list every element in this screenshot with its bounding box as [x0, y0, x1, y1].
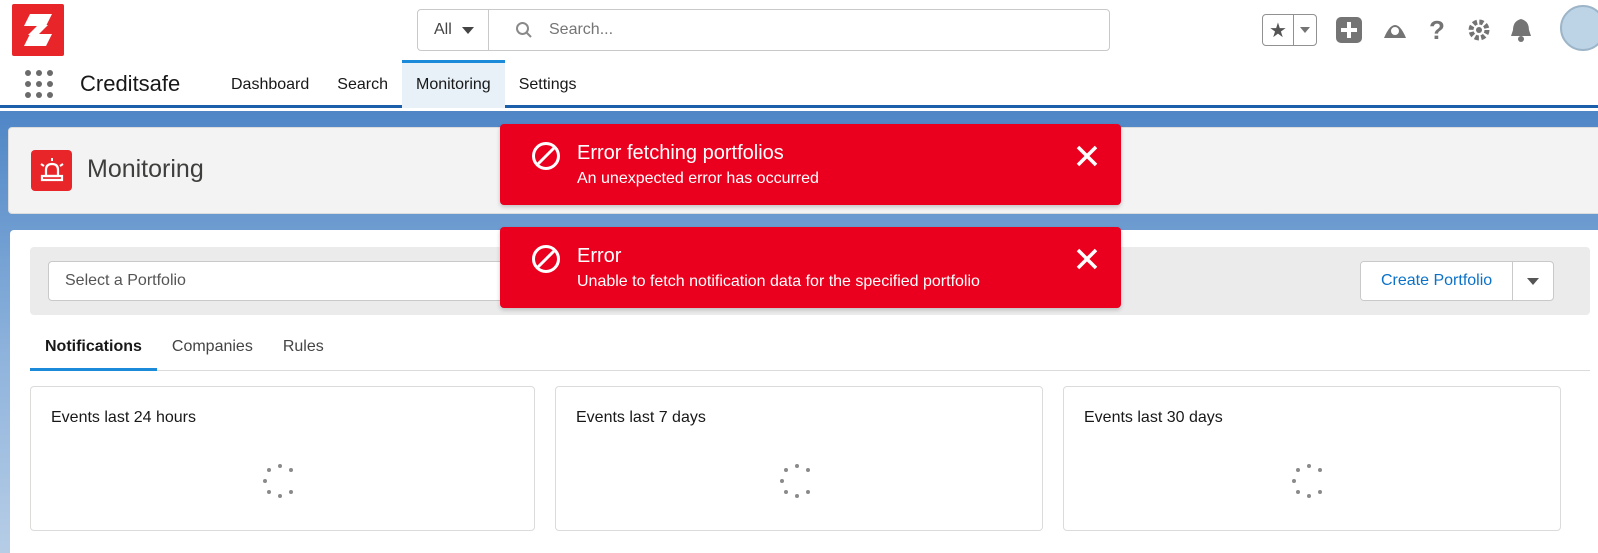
search-field	[489, 10, 1109, 50]
toast-title: Error	[577, 245, 622, 267]
spinner-dot	[805, 489, 810, 494]
create-portfolio-group: Create Portfolio	[1360, 261, 1555, 301]
search-input[interactable]	[549, 21, 1049, 39]
spinner-dot	[1307, 464, 1311, 468]
app-nav-bar: Creditsafe Dashboard Search Monitoring S…	[0, 60, 1598, 108]
nav-tab-monitoring[interactable]: Monitoring	[401, 60, 505, 108]
spinner-dot	[267, 468, 272, 473]
spinner-dot	[278, 464, 282, 468]
spinner-dot	[288, 489, 293, 494]
spinner-dot	[288, 468, 293, 473]
app-name: Creditsafe	[80, 71, 181, 96]
spinner-dot	[784, 468, 789, 473]
spinner-dot	[795, 464, 799, 468]
monitoring-tabs: Notifications Companies Rules	[30, 325, 1590, 371]
events-30d-card: Events last 30 days	[1063, 386, 1561, 531]
spinner-dot	[1296, 468, 1301, 473]
events-7d-card: Events last 7 days	[555, 386, 1043, 531]
user-avatar[interactable]	[1560, 5, 1598, 51]
nav-tab-dashboard[interactable]: Dashboard	[217, 60, 323, 108]
error-ban-icon	[532, 245, 560, 273]
spinner-dot	[267, 489, 272, 494]
add-icon[interactable]	[1329, 12, 1369, 48]
toast-message: Unable to fetch notification data for th…	[577, 273, 980, 290]
error-ban-icon	[532, 142, 560, 170]
favorites-menu-button[interactable]	[1294, 15, 1316, 45]
toast-message: An unexpected error has occurred	[577, 170, 819, 187]
favorites-star-icon[interactable]: ★	[1263, 15, 1294, 45]
loading-spinner-icon	[1290, 462, 1328, 500]
events-24h-card: Events last 24 hours	[30, 386, 535, 531]
search-icon	[516, 22, 532, 38]
card-title: Events last 30 days	[1084, 409, 1223, 426]
error-toast: Error fetching portfolios An unexpected …	[500, 124, 1121, 205]
close-icon[interactable]	[1071, 243, 1103, 275]
favorites-group: ★	[1262, 14, 1317, 46]
header-actions: ★ ?	[1262, 12, 1541, 48]
spinner-dot	[780, 479, 784, 483]
tab-notifications[interactable]: Notifications	[30, 325, 157, 371]
creditsafe-logo[interactable]	[12, 4, 64, 56]
chevron-down-icon	[461, 26, 474, 34]
spinner-dot	[1317, 468, 1322, 473]
close-icon[interactable]	[1071, 140, 1103, 172]
spinner-dot	[263, 479, 267, 483]
toast-title: Error fetching portfolios	[577, 142, 784, 164]
search-scope-label: All	[434, 21, 452, 38]
spinner-dot	[1292, 479, 1296, 483]
trailhead-icon[interactable]	[1375, 12, 1415, 48]
spinner-dot	[784, 489, 789, 494]
portfolio-select[interactable]: Select a Portfolio	[48, 261, 528, 301]
help-icon[interactable]: ?	[1417, 12, 1457, 48]
spinner-dot	[805, 468, 810, 473]
global-header: All ★ ?	[0, 0, 1598, 60]
loading-spinner-icon	[261, 462, 299, 500]
tab-rules[interactable]: Rules	[268, 325, 339, 371]
spinner-dot	[1317, 489, 1322, 494]
setup-gear-icon[interactable]	[1459, 12, 1499, 48]
nav-tabs: Dashboard Search Monitoring Settings	[217, 60, 591, 108]
spinner-dot	[1296, 489, 1301, 494]
tab-companies[interactable]: Companies	[157, 325, 268, 371]
global-search: All	[417, 9, 1110, 51]
spinner-dot	[795, 494, 799, 498]
chevron-down-icon	[1300, 27, 1310, 33]
card-title: Events last 7 days	[576, 409, 706, 426]
loading-spinner-icon	[778, 462, 816, 500]
create-portfolio-button[interactable]: Create Portfolio	[1361, 262, 1514, 300]
search-scope-dropdown[interactable]: All	[418, 10, 489, 50]
spinner-dot	[1307, 494, 1311, 498]
page-title: Monitoring	[87, 155, 204, 183]
card-title: Events last 24 hours	[51, 409, 196, 426]
nav-tab-settings[interactable]: Settings	[505, 60, 591, 108]
spinner-dot	[278, 494, 282, 498]
notifications-bell-icon[interactable]	[1501, 12, 1541, 48]
app-launcher-icon[interactable]	[25, 70, 53, 98]
error-toast: Error Unable to fetch notification data …	[500, 227, 1121, 308]
chevron-down-icon	[1527, 277, 1540, 285]
nav-tab-search[interactable]: Search	[323, 60, 402, 108]
create-portfolio-menu-button[interactable]	[1513, 262, 1553, 300]
alarm-icon	[31, 150, 72, 191]
